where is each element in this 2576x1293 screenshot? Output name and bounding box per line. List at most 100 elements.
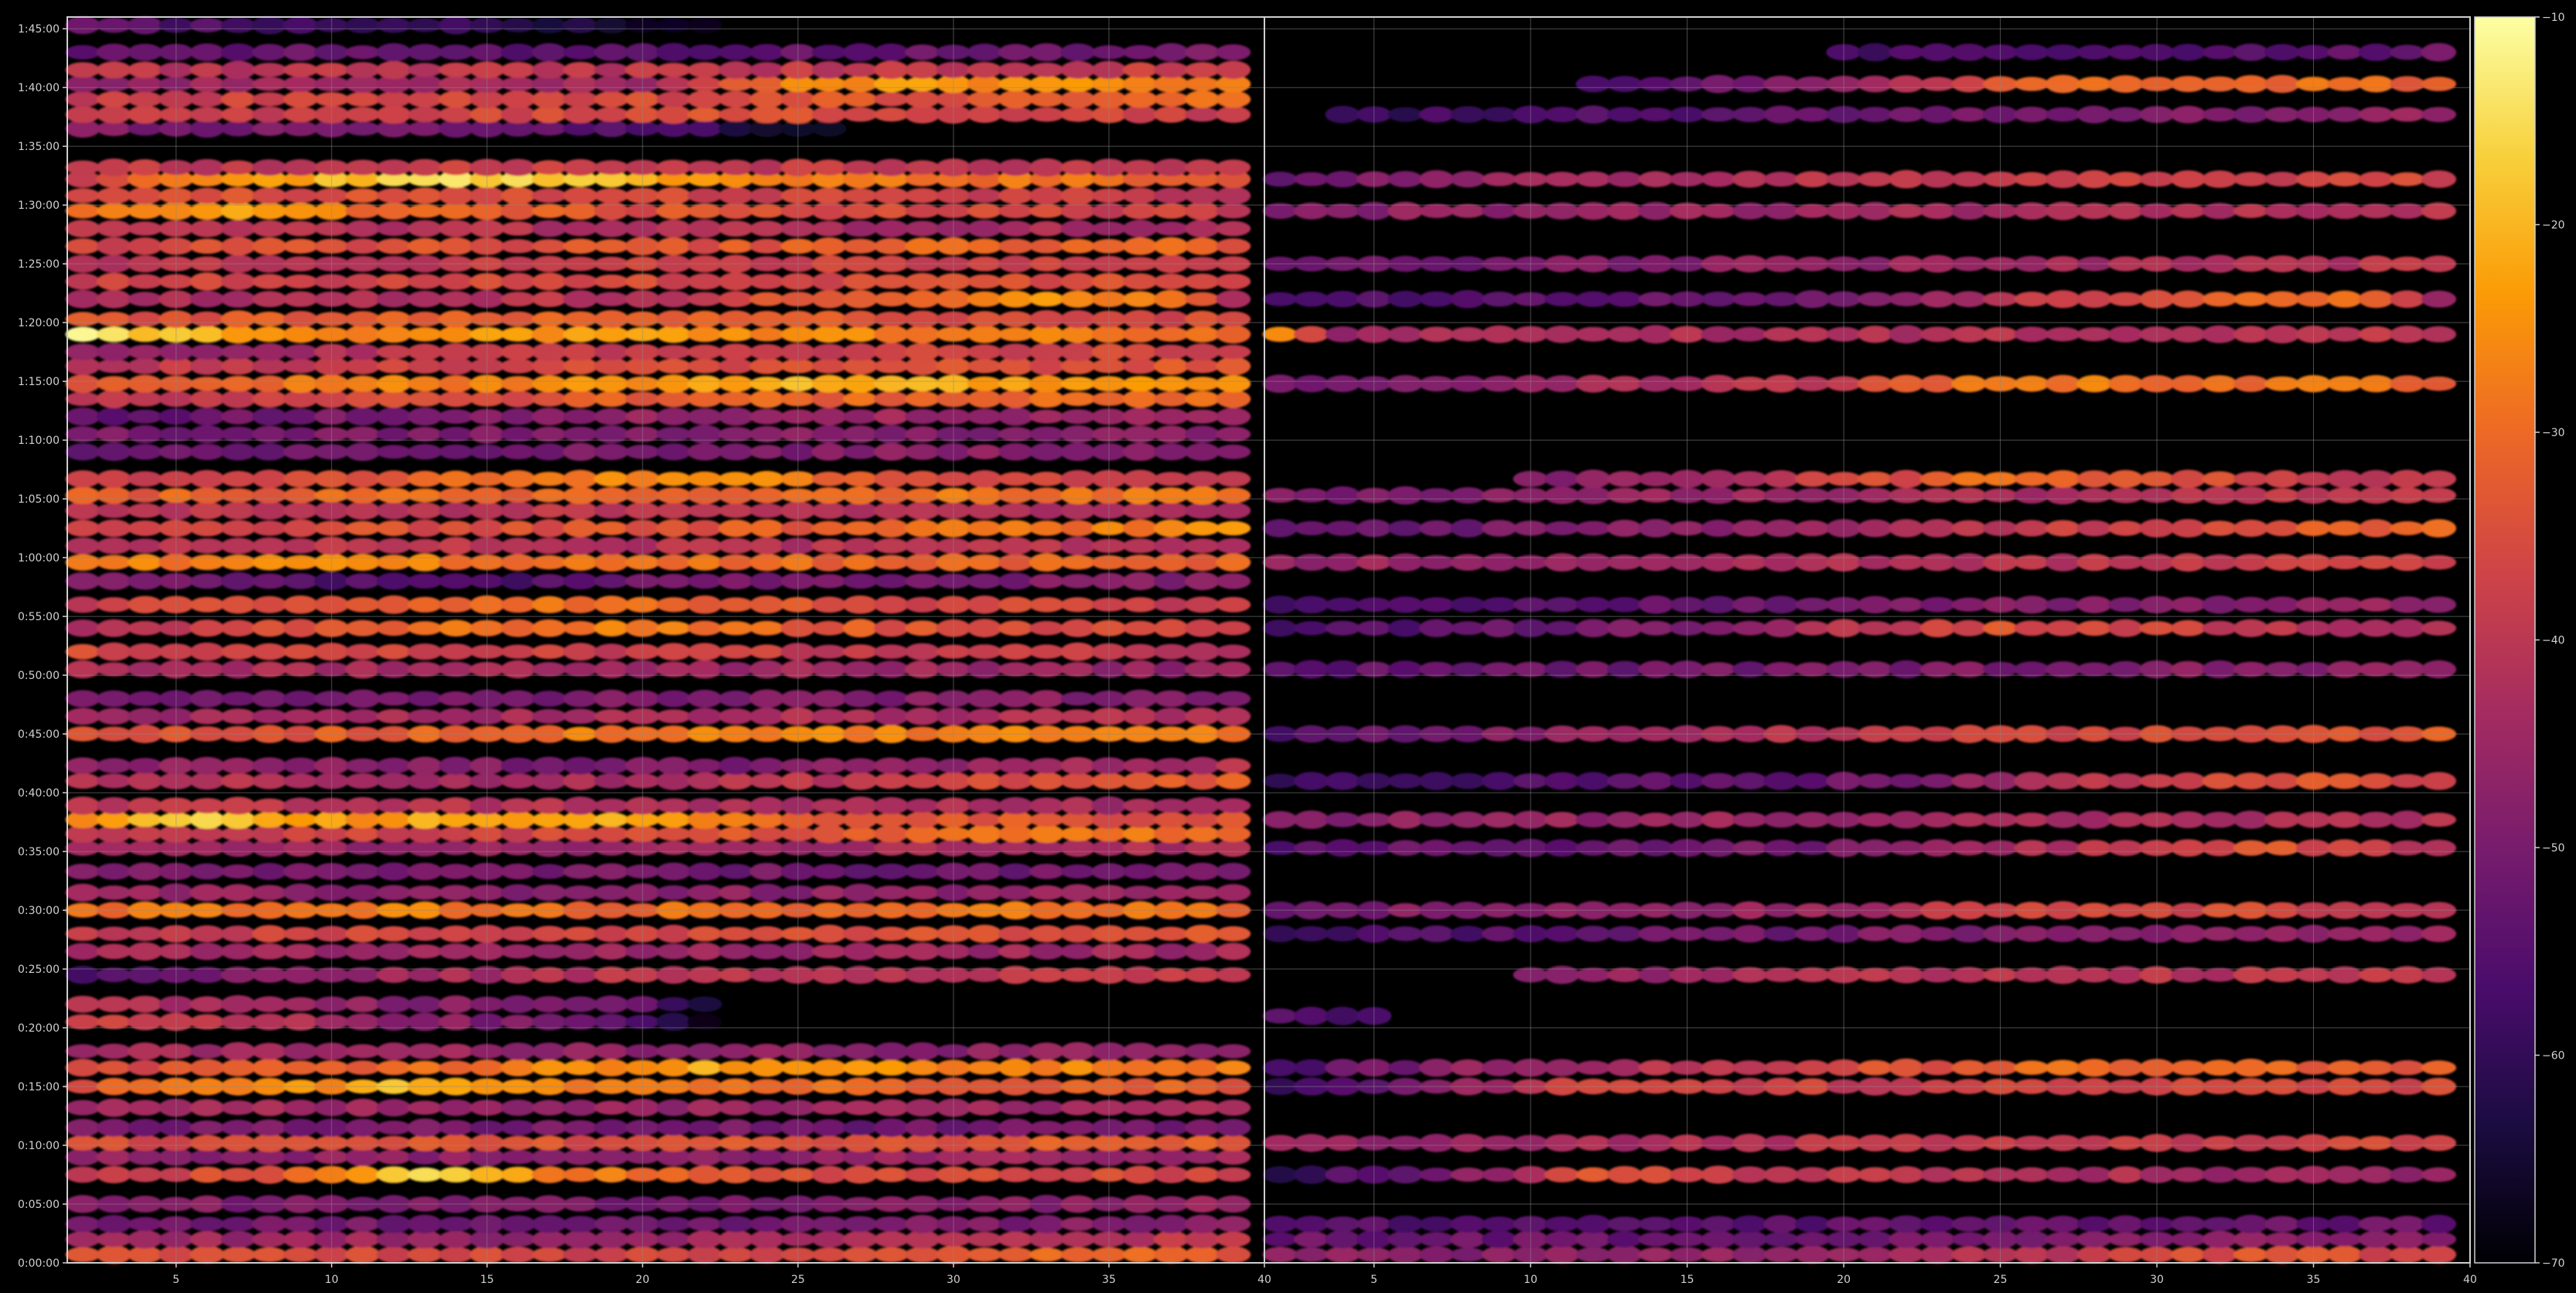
left-cell [718, 519, 753, 537]
left-cell [376, 1135, 411, 1151]
right-cell [1794, 1216, 1830, 1233]
left-cell [594, 553, 629, 572]
right-cell [1575, 812, 1611, 827]
left-cell [407, 691, 442, 707]
left-cell [842, 1247, 878, 1263]
right-cell [2014, 1245, 2049, 1264]
left-cell [874, 574, 909, 589]
right-cell [2014, 326, 2049, 343]
right-cell [1482, 203, 1517, 219]
left-cell [967, 376, 1002, 391]
left-cell [65, 1166, 101, 1183]
left-cell [562, 643, 598, 661]
left-cell [656, 1059, 691, 1077]
right-cell [1763, 292, 1799, 307]
right-cell [2107, 44, 2144, 60]
left-cell [1153, 75, 1189, 93]
left-cell [874, 375, 909, 393]
right-cell [2170, 811, 2206, 828]
left-cell [531, 1148, 567, 1166]
left-cell [96, 289, 131, 309]
left-cell [874, 391, 909, 407]
right-cell [2264, 172, 2300, 187]
left-cell [500, 326, 536, 342]
right-cell [2358, 486, 2394, 504]
left-cell [1216, 1149, 1251, 1165]
left-cell [96, 1043, 131, 1059]
left-cell [251, 996, 287, 1012]
left-cell [811, 553, 847, 571]
left-cell [283, 1150, 319, 1165]
right-cell [1294, 1247, 1329, 1262]
left-cell [687, 77, 722, 91]
right-cell [1262, 1008, 1298, 1024]
left-cell [718, 77, 753, 91]
left-cell [1153, 798, 1189, 813]
right-cell [2076, 1231, 2112, 1248]
y-tick-label: 1:10:00 [18, 435, 60, 447]
right-cell [2327, 1165, 2363, 1184]
left-cell [345, 943, 380, 960]
left-cell [128, 862, 162, 881]
right-cell [1387, 486, 1423, 505]
left-cell [96, 220, 131, 237]
right-cell [2014, 595, 2049, 614]
right-cell [1919, 1216, 1956, 1233]
left-cell [65, 773, 101, 789]
right-cell [2390, 773, 2425, 788]
right-cell [2264, 773, 2300, 790]
left-cell [749, 926, 785, 942]
left-cell [1216, 691, 1251, 707]
left-cell [1029, 925, 1064, 943]
right-cell [1888, 45, 1924, 60]
left-cell [220, 797, 256, 815]
left-cell [1216, 290, 1251, 309]
right-cell [2233, 1059, 2269, 1077]
left-cell [1185, 201, 1220, 220]
right-panel: 5 10 15 20 25 30 35 40 [1262, 16, 2477, 1286]
right-cell [1701, 171, 1736, 187]
right-cell [2014, 1167, 2049, 1182]
right-cell [1387, 520, 1423, 537]
left-cell [189, 238, 225, 254]
left-cell [1029, 426, 1064, 442]
left-cell [811, 773, 847, 789]
left-cell [1122, 273, 1158, 290]
left-cell [562, 826, 598, 842]
left-cell [128, 221, 162, 236]
left-cell [345, 709, 380, 724]
left-cell [1122, 390, 1158, 408]
y-tick-label: 0:00:00 [18, 1257, 60, 1270]
right-cell [1387, 1135, 1423, 1151]
right-cell [1951, 375, 1987, 393]
left-cell [718, 61, 753, 79]
left-cell [1122, 798, 1158, 813]
left-cell [874, 1231, 909, 1248]
left-cell [905, 1118, 940, 1137]
right-cell [1638, 488, 1674, 503]
left-cell [656, 885, 691, 900]
left-cell [1060, 1148, 1096, 1165]
left-cell [718, 572, 753, 590]
left-cell [1122, 237, 1158, 255]
left-cell [1029, 644, 1064, 659]
left-cell [345, 689, 380, 708]
right-cell [2076, 1246, 2112, 1264]
left-cell [687, 942, 722, 960]
right-cell [2202, 107, 2237, 122]
left-cell [1029, 885, 1064, 900]
right-cell [2170, 375, 2206, 393]
left-cell [687, 273, 722, 290]
left-cell [687, 996, 722, 1012]
left-cell [1185, 107, 1220, 122]
left-cell [1122, 538, 1158, 554]
left-cell [128, 326, 162, 343]
left-cell [96, 758, 131, 773]
right-cell [1482, 172, 1517, 186]
right-cell [1450, 621, 1486, 636]
right-cell [1638, 375, 1674, 392]
left-cell [376, 708, 411, 724]
left-cell [283, 1216, 319, 1232]
left-cell [1122, 309, 1158, 329]
left-cell [220, 272, 256, 291]
